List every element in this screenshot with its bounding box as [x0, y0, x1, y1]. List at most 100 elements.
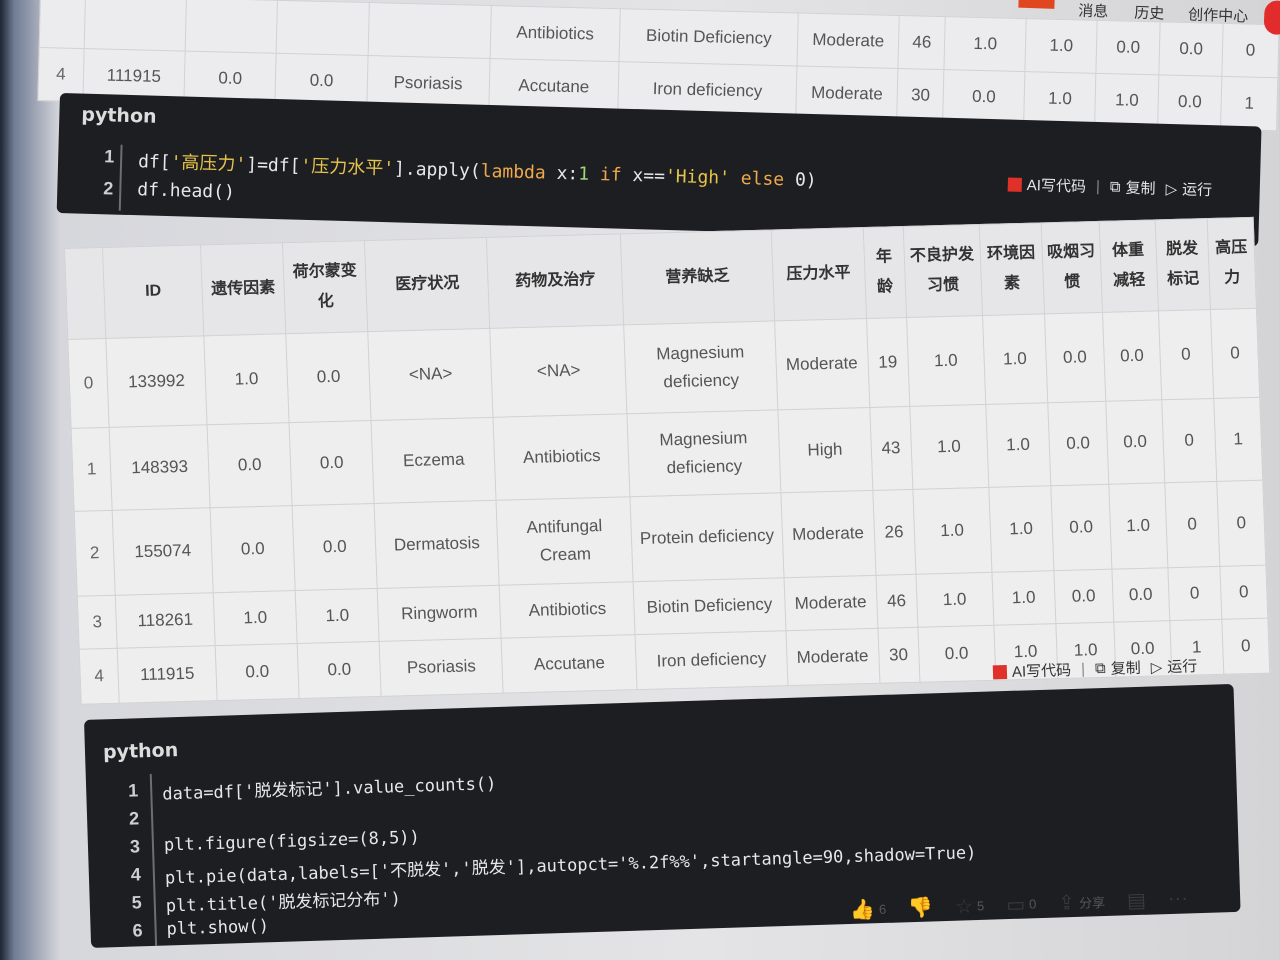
- ai-write-code-button[interactable]: AI写代码: [992, 659, 1072, 682]
- table-cell: Magnesium deficiency: [627, 409, 781, 497]
- code-language-label: python: [102, 739, 179, 764]
- column-header: 年龄: [862, 226, 907, 319]
- nav-history[interactable]: 历史: [1134, 2, 1165, 24]
- table-cell: 0.0: [1111, 567, 1170, 623]
- like-button[interactable]: 👍 6: [850, 897, 887, 923]
- code-line[interactable]: plt.title('脱发标记分布'): [165, 884, 402, 916]
- dataframe-output-table: ID 遗传因素 荷尔蒙变化 医疗状况 药物及治疗 营养缺乏 压力水平 年龄 不良护发习惯 环境因素…: [64, 216, 1271, 705]
- code-language-label: python: [81, 103, 157, 128]
- table-cell: 30: [897, 68, 945, 123]
- table-cell: 0: [1221, 618, 1270, 675]
- more-button[interactable]: ···: [1168, 886, 1189, 912]
- column-header: 营养缺乏: [620, 229, 775, 325]
- table-cell: [185, 0, 278, 54]
- line-number: 2: [103, 178, 114, 199]
- table-cell: Biotin Deficiency: [633, 577, 786, 635]
- code-line[interactable]: plt.figure(figsize=(8,5)): [164, 828, 420, 856]
- line-number: 2: [128, 808, 140, 829]
- table-cell: 148393: [109, 424, 211, 511]
- table-cell: Antibiotics: [489, 5, 621, 62]
- table-cell: 1: [1220, 76, 1278, 131]
- column-header: 环境因素: [978, 222, 1045, 316]
- play-icon: ▷: [1165, 180, 1178, 198]
- code-line[interactable]: df['高压力']=df['压力水平'].apply(lambda x:1 if…: [138, 147, 817, 192]
- table-cell: [83, 0, 187, 52]
- favorite-button[interactable]: ☆ 5: [955, 893, 985, 919]
- share-icon: ⇪: [1057, 892, 1076, 915]
- dislike-button[interactable]: 👎: [908, 895, 934, 921]
- column-header: 脱发标记: [1155, 218, 1211, 311]
- row-index: 1: [71, 427, 113, 512]
- table-cell: 1.0: [991, 570, 1056, 626]
- table-cell: 0.0: [1047, 401, 1109, 486]
- column-header: ID: [102, 244, 204, 339]
- line-number: 1: [127, 780, 139, 801]
- table-cell: 1.0: [909, 404, 989, 490]
- share-button[interactable]: ⇪ 分享: [1058, 889, 1106, 916]
- table-cell: 1.0: [912, 487, 992, 575]
- copy-icon: ⧉: [1094, 659, 1106, 678]
- table-cell: <NA>: [367, 328, 494, 421]
- run-button[interactable]: ▷ 运行: [1165, 178, 1212, 200]
- nav-messages[interactable]: 消息: [1078, 0, 1109, 22]
- table-cell: Antifungal Cream: [496, 496, 634, 586]
- table-cell: Moderate: [774, 318, 870, 410]
- table-cell: [367, 2, 491, 59]
- vip-badge-icon[interactable]: [1018, 0, 1055, 9]
- table-cell: 1.0: [1023, 71, 1097, 127]
- table-cell: 0: [1216, 480, 1266, 567]
- table-cell: Magnesium deficiency: [624, 320, 778, 414]
- code-line[interactable]: data=df['脱发标记'].value_counts(): [162, 769, 497, 804]
- gutter-divider: [118, 144, 123, 211]
- code-line[interactable]: df.head(): [137, 179, 235, 203]
- table-cell: 1.0: [915, 572, 994, 628]
- table-cell: 0.0: [1050, 484, 1112, 571]
- line-number: 3: [129, 836, 141, 857]
- gutter-divider: [149, 773, 158, 946]
- ai-write-code-button[interactable]: AI写代码: [1007, 174, 1087, 197]
- code-line[interactable]: plt.show(): [166, 916, 269, 939]
- comment-icon: ▭: [1005, 893, 1026, 917]
- line-number: 4: [130, 864, 142, 885]
- table-cell: High: [777, 407, 873, 493]
- table-cell: 0: [1167, 566, 1222, 621]
- nav-creator-center[interactable]: 创作中心: [1188, 4, 1249, 27]
- comment-button[interactable]: ▭ 0: [1006, 891, 1037, 917]
- more-icon: ···: [1167, 887, 1189, 910]
- table-cell: 133992: [105, 335, 208, 428]
- code-toolbar: AI写代码 | ⧉ 复制 ▷ 运行: [1007, 174, 1213, 201]
- table-cell: 1.0: [906, 315, 986, 407]
- column-header: 压力水平: [770, 227, 867, 321]
- table-cell: Dermatosis: [374, 500, 500, 589]
- report-button[interactable]: ▤: [1127, 888, 1147, 914]
- document-icon: ▤: [1126, 889, 1147, 913]
- table-cell: 1.0: [295, 588, 380, 644]
- table-cell: 1.0: [203, 333, 290, 425]
- copy-button[interactable]: ⧉ 复制: [1095, 657, 1141, 679]
- table-cell: 1.0: [1108, 482, 1168, 570]
- publish-button[interactable]: [1263, 0, 1280, 36]
- star-icon: ☆: [954, 895, 974, 919]
- table-cell: 19: [866, 317, 910, 408]
- run-button[interactable]: ▷ 运行: [1150, 655, 1197, 677]
- table-cell: 1.0: [1094, 73, 1160, 128]
- table-cell: 0.0: [215, 643, 300, 701]
- column-header: 高压力: [1207, 217, 1257, 310]
- table-cell: 0: [1164, 481, 1220, 568]
- row-index: 4: [79, 648, 120, 705]
- copy-button[interactable]: ⧉ 复制: [1110, 176, 1156, 198]
- divider: |: [1095, 177, 1101, 196]
- line-number: 5: [131, 892, 143, 913]
- table-cell: 118261: [115, 592, 216, 649]
- table-cell: 0: [1219, 565, 1268, 620]
- table-cell: Ringworm: [377, 585, 502, 642]
- table-cell: 0.0: [1105, 399, 1165, 485]
- table-cell: Eczema: [371, 417, 497, 504]
- table-cell: 46: [875, 574, 918, 629]
- column-header: 医疗状况: [364, 237, 491, 332]
- row-index: 0: [67, 338, 110, 429]
- table-cell: Moderate: [796, 13, 900, 69]
- table-cell: Psoriasis: [379, 638, 504, 697]
- line-number: 1: [103, 146, 115, 167]
- table-cell: 1.0: [985, 402, 1051, 488]
